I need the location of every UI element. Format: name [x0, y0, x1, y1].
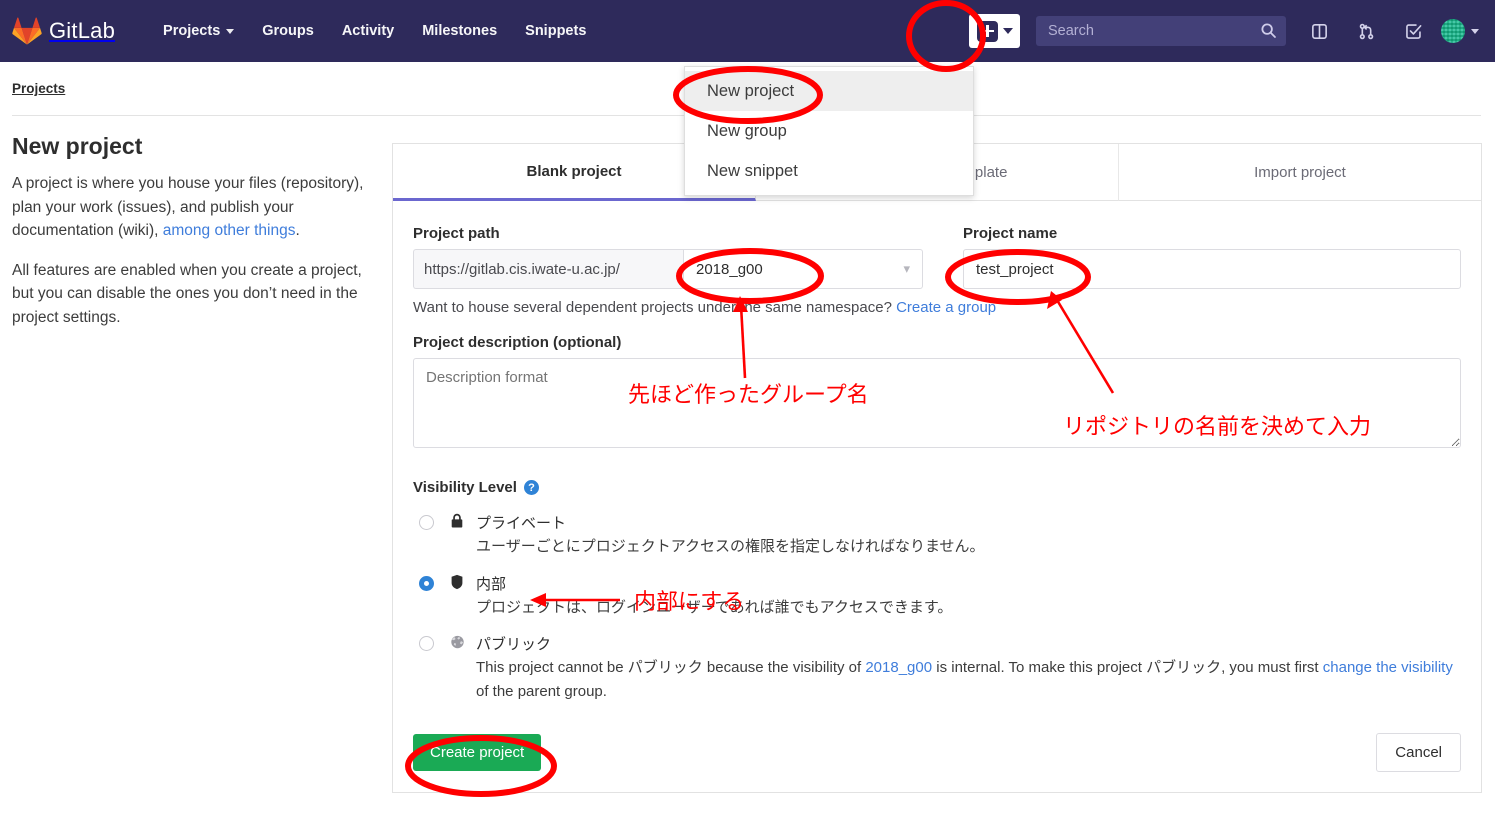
visibility-level-title: Visibility Level ? — [413, 479, 1461, 496]
namespace-select[interactable]: 2018_g00 ▾ — [683, 249, 923, 289]
search-input[interactable] — [1046, 22, 1276, 40]
visibility-radio-public[interactable] — [419, 636, 434, 651]
intro-paragraph-1-period: . — [295, 222, 300, 240]
chevron-down-icon — [1471, 28, 1479, 34]
visibility-option-internal[interactable]: 内部 プロジェクトは、ログインユーザーであれば誰でもアクセスできます。 — [413, 573, 1461, 620]
namespace-hint: Want to house several dependent projects… — [413, 299, 1461, 316]
breadcrumb-item-projects[interactable]: Projects — [12, 81, 65, 96]
visibility-option-private[interactable]: プライベート ユーザーごとにプロジェクトアクセスの権限を指定しなければなりません… — [413, 512, 1461, 559]
lock-icon — [448, 513, 466, 529]
user-menu-button[interactable] — [1437, 19, 1495, 43]
dropdown-item-new-project[interactable]: New project — [685, 71, 973, 111]
project-path-field: Project path https://gitlab.cis.iwate-u.… — [413, 225, 923, 289]
nav-item-milestones[interactable]: Milestones — [408, 23, 511, 39]
project-path-label: Project path — [413, 225, 500, 242]
todos-checkmark-icon[interactable] — [1390, 0, 1437, 62]
nav-item-groups-label: Groups — [262, 23, 314, 39]
visibility-public-desc: This project cannot be パブリック because the… — [476, 659, 1453, 699]
search-icon — [1260, 22, 1277, 44]
visibility-radio-private[interactable] — [419, 515, 434, 530]
visibility-public-desc-a: This project cannot be パブリック because the… — [476, 659, 866, 677]
create-a-group-link[interactable]: Create a group — [896, 299, 996, 316]
chevron-down-icon — [1003, 28, 1013, 34]
project-name-label: Project name — [963, 225, 1058, 242]
visibility-option-internal-text: 内部 プロジェクトは、ログインユーザーであれば誰でもアクセスできます。 — [476, 573, 952, 620]
visibility-internal-desc: プロジェクトは、ログインユーザーであれば誰でもアクセスできます。 — [476, 598, 953, 616]
gitlab-logo-icon — [12, 17, 42, 45]
project-description-textarea[interactable] — [413, 358, 1461, 448]
nav-item-projects-label: Projects — [163, 23, 221, 39]
chevron-down-icon — [226, 28, 235, 34]
dropdown-item-new-group[interactable]: New group — [685, 111, 973, 151]
visibility-option-public[interactable]: パブリック This project cannot be パブリック becau… — [413, 633, 1461, 703]
nav-item-activity[interactable]: Activity — [328, 23, 408, 39]
visibility-public-title: パブリック — [476, 636, 552, 653]
nav-item-milestones-label: Milestones — [422, 23, 498, 39]
new-item-button[interactable] — [969, 14, 1020, 48]
page-title: New project — [12, 133, 143, 159]
change-visibility-link[interactable]: change the visibility — [1323, 659, 1453, 676]
cancel-button[interactable]: Cancel — [1376, 732, 1461, 772]
search-box[interactable] — [1036, 16, 1286, 46]
namespace-hint-text: Want to house several dependent projects… — [413, 299, 897, 316]
visibility-private-title: プライベート — [476, 515, 567, 532]
project-path-url-prefix: https://gitlab.cis.iwate-u.ac.jp/ — [413, 249, 683, 289]
shield-icon — [448, 574, 466, 590]
navbar-icon-group — [1296, 0, 1495, 62]
plus-icon — [977, 20, 998, 42]
project-description-label: Project description (optional) — [413, 334, 622, 351]
page-intro-column: New project A project is where you house… — [12, 133, 372, 345]
visibility-public-desc-c: of the parent group. — [476, 682, 607, 700]
project-name-field: Project name — [963, 225, 1461, 289]
visibility-internal-title: 内部 — [476, 575, 507, 593]
visibility-radio-internal[interactable] — [419, 575, 434, 591]
project-name-input[interactable] — [963, 249, 1461, 289]
merge-request-icon[interactable] — [1343, 0, 1390, 62]
globe-icon — [448, 634, 466, 650]
visibility-public-desc-b: is internal. To make this project パブリック,… — [932, 659, 1323, 677]
visibility-option-public-text: パブリック This project cannot be パブリック becau… — [476, 633, 1461, 703]
primary-nav: Projects Groups Activity Milestones Snip… — [149, 23, 600, 39]
form-actions: Create project Cancel — [393, 717, 1481, 792]
issue-board-icon[interactable] — [1296, 0, 1343, 62]
nav-item-snippets-label: Snippets — [525, 23, 587, 39]
question-mark-icon[interactable]: ? — [523, 480, 539, 495]
new-item-dropdown-menu: New project New group New snippet — [684, 66, 974, 196]
dropdown-item-new-snippet[interactable]: New snippet — [685, 151, 973, 191]
gitlab-home-link[interactable]: GitLab — [12, 17, 115, 45]
chevron-down-icon: ▾ — [903, 261, 910, 276]
nav-item-projects[interactable]: Projects — [149, 23, 248, 39]
path-and-name-row: Project path https://gitlab.cis.iwate-u.… — [413, 225, 1461, 289]
tab-import-project[interactable]: Import project — [1119, 144, 1481, 201]
new-project-panel: Blank project Create from template Impor… — [392, 143, 1482, 793]
nav-item-snippets[interactable]: Snippets — [511, 23, 600, 39]
visibility-level-label: Visibility Level — [413, 479, 517, 496]
brand-name: GitLab — [49, 18, 116, 43]
visibility-option-private-text: プライベート ユーザーごとにプロジェクトアクセスの権限を指定しなければなりません… — [476, 512, 985, 559]
visibility-private-desc: ユーザーごとにプロジェクトアクセスの権限を指定しなければなりません。 — [476, 538, 985, 556]
create-project-button[interactable]: Create project — [413, 733, 542, 771]
project-path-group: https://gitlab.cis.iwate-u.ac.jp/ 2018_g… — [413, 249, 923, 289]
nav-item-activity-label: Activity — [341, 23, 395, 39]
navbar-right-group — [969, 0, 1495, 62]
new-project-form: Project path https://gitlab.cis.iwate-u.… — [393, 201, 1481, 703]
among-other-things-link[interactable]: among other things — [163, 222, 296, 239]
intro-paragraph-1: A project is where you house your files … — [12, 172, 372, 243]
nav-item-groups[interactable]: Groups — [248, 23, 328, 39]
top-navbar: GitLab Projects Groups Activity Mileston… — [0, 0, 1495, 62]
namespace-select-value: 2018_g00 — [696, 260, 763, 278]
avatar — [1441, 19, 1465, 43]
intro-paragraph-2: All features are enabled when you create… — [12, 261, 362, 326]
namespace-link[interactable]: 2018_g00 — [865, 659, 932, 676]
